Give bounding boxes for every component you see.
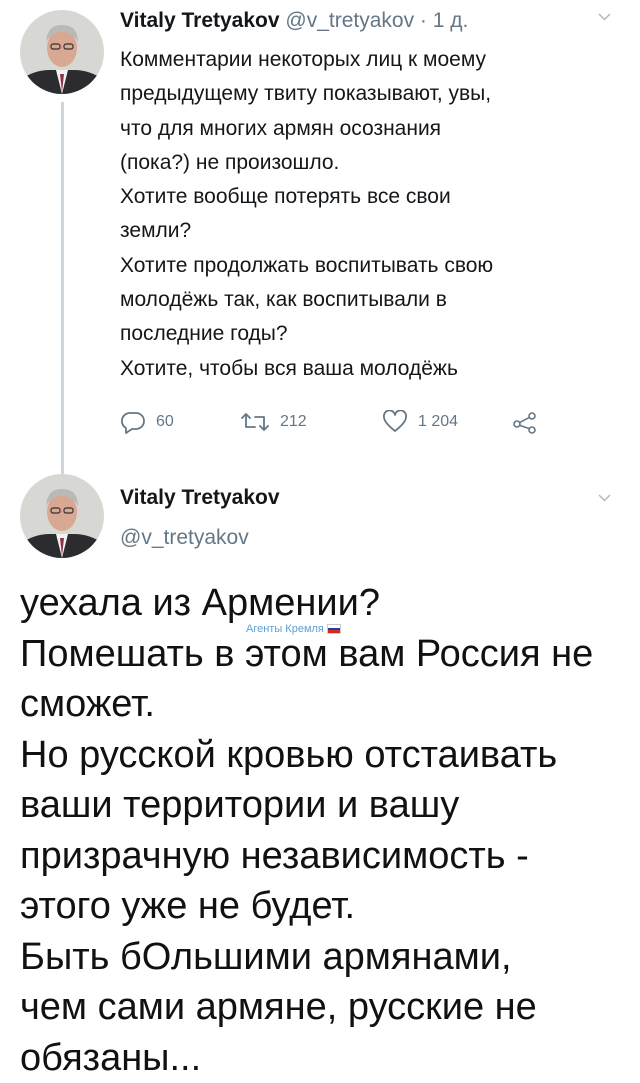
tweet-text-line: уехала из Армении? [20,578,630,629]
reply-count: 60 [156,413,174,431]
watermark: Агенты Кремля [246,623,341,635]
tweet-text-line: последние годы? [120,317,620,351]
like-button[interactable]: 1 204 [382,410,458,434]
tweet-text-line: этого уже не будет. [20,881,630,932]
tweet-text-line: призрачную независимость - [20,831,630,882]
tweet-actions-bar: 60 212 1 204 [120,410,620,446]
tweet-text-line: Хотите вообще потерять все свои [120,180,620,214]
thread-connector-line [61,102,64,474]
retweet-button[interactable]: 212 [240,410,307,434]
tweet-text-line: земли? [120,214,620,248]
tweet-text: Комментарии некоторых лиц к моему предыд… [120,43,620,386]
tweet-text-line: Но русской кровью отстаивать [20,730,630,781]
tweet-text-line: Комментарии некоторых лиц к моему [120,43,620,77]
author-handle[interactable]: @v_tretyakov [285,9,414,32]
tweet-text-line: Хотите, чтобы вся ваша молодёжь [120,352,620,386]
share-icon [512,410,538,434]
heart-icon [382,410,408,434]
tweet-text-line: (пока?) не произошло. [120,146,620,180]
chevron-down-icon[interactable] [598,10,611,23]
tweet-header: Vitaly Tretyakov @v_tretyakov · 1 д. [120,9,468,33]
tweet-text-line: ваши территории и вашу [20,780,630,831]
author-name[interactable]: Vitaly Tretyakov [120,9,280,32]
tweet-text: уехала из Армении? Помешать в этом вам Р… [20,578,630,1083]
retweet-count: 212 [280,413,307,431]
like-count: 1 204 [418,413,458,431]
tweet-text-line: чем сами армяне, русские не [20,982,630,1033]
tweet-text-line: предыдущему твиту показывают, увы, [120,77,620,111]
author-handle[interactable]: @v_tretyakov [120,526,249,550]
tweet-text-line: Быть бОльшими армянами, [20,932,630,983]
tweet-text-line: сможет. [20,679,630,730]
tweet-timestamp[interactable]: 1 д. [433,9,469,32]
watermark-text: Агенты Кремля [246,623,324,635]
avatar[interactable] [20,10,104,94]
tweet-text-line: Хотите продолжать воспитывать свою [120,249,620,283]
tweet-text-line: что для многих армян осознания [120,112,620,146]
chevron-down-icon[interactable] [598,491,611,504]
reply-icon [120,410,146,434]
author-name[interactable]: Vitaly Tretyakov [120,486,280,510]
tweet-text-line: Помешать в этом вам Россия не [20,629,630,680]
reply-button[interactable]: 60 [120,410,174,434]
meta-separator: · [414,9,433,32]
russian-flag-icon [327,624,341,634]
avatar[interactable] [20,474,104,558]
tweet-text-line: обязаны... [20,1033,630,1083]
share-button[interactable] [512,410,538,434]
retweet-icon [240,410,270,434]
tweet-text-line: молодёжь так, как воспитывали в [120,283,620,317]
